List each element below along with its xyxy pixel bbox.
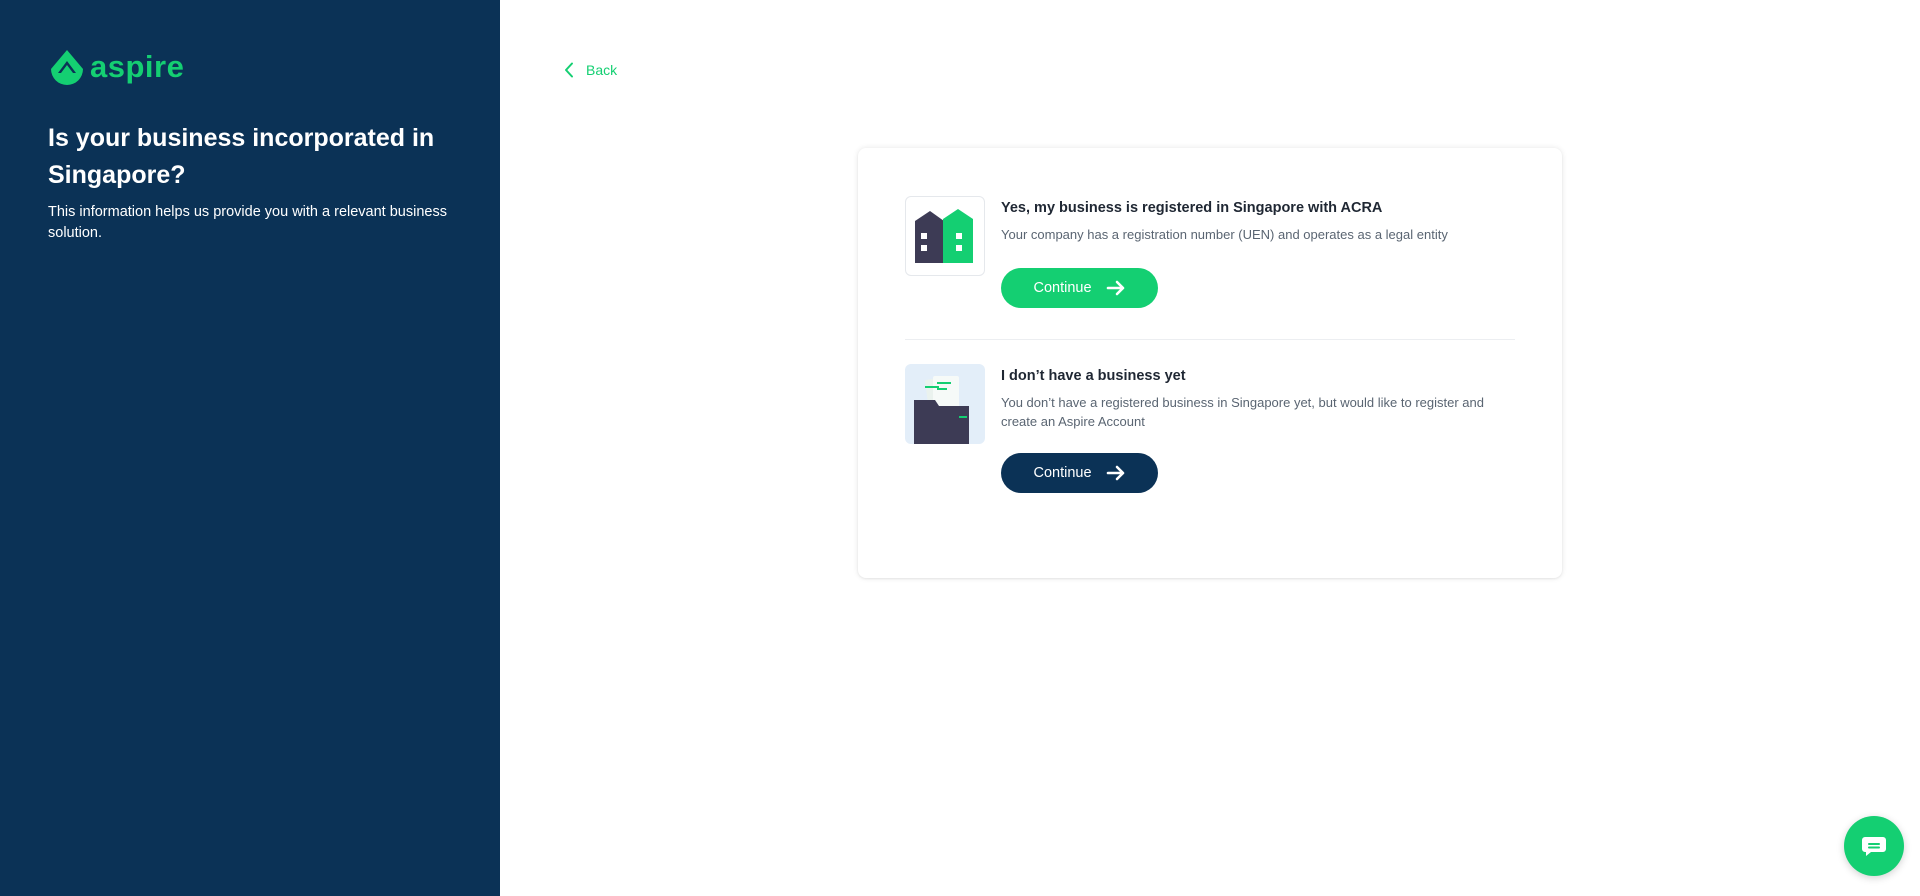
chevron-left-icon (565, 62, 573, 78)
button-label: Continue (1033, 280, 1092, 296)
button-label: Continue (1033, 465, 1092, 481)
option-description: You don’t have a registered business in … (1001, 395, 1484, 429)
continue-no-business-button[interactable]: Continue (1001, 453, 1158, 493)
continue-registered-button[interactable]: Continue (1001, 268, 1158, 308)
chat-icon (1862, 837, 1886, 856)
page: aspire Is your business incorporated in … (0, 0, 1920, 896)
page-subtitle: This information helps us provide you wi… (48, 204, 447, 241)
main-content: Back Yes, my business is registered in S… (500, 0, 1920, 896)
building-icon (905, 196, 985, 276)
option-text: I don’t have a business yet You don’t ha… (1001, 364, 1515, 493)
arrow-right-icon (1106, 465, 1124, 481)
option-title: Yes, my business is registered in Singap… (1001, 200, 1383, 216)
option-registered-business: Yes, my business is registered in Singap… (905, 196, 1515, 308)
folder-documents-icon (905, 364, 985, 444)
back-link[interactable]: Back (564, 62, 617, 78)
arrow-right-icon (1106, 280, 1124, 296)
logo-wordmark: aspire (90, 48, 185, 84)
sidebar: aspire Is your business incorporated in … (0, 0, 500, 896)
aspire-logo-icon (51, 50, 83, 85)
option-text: Yes, my business is registered in Singap… (1001, 196, 1515, 308)
back-label: Back (586, 62, 618, 78)
aspire-logo: aspire (48, 46, 452, 86)
option-no-business: I don’t have a business yet You don’t ha… (905, 364, 1515, 493)
chat-launcher-button[interactable] (1844, 816, 1904, 876)
business-options-card: Yes, my business is registered in Singap… (858, 148, 1562, 578)
option-divider (905, 339, 1515, 340)
option-description: Your company has a registration number (… (1001, 227, 1448, 242)
page-title: Is your business incorporated in Singapo… (48, 124, 435, 189)
option-title: I don’t have a business yet (1001, 368, 1186, 384)
